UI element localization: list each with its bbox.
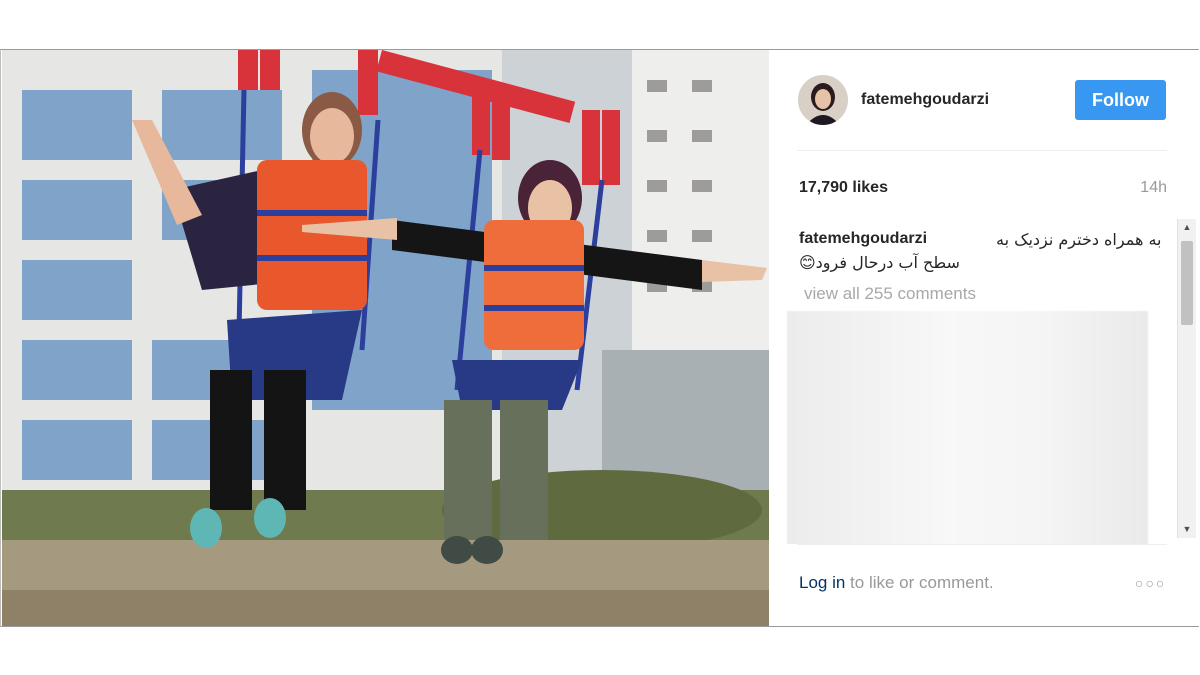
footer-login-prompt: Log in to like or comment. (799, 573, 994, 593)
photo-illustration (2, 50, 769, 626)
view-all-comments-link[interactable]: view all 255 comments (804, 284, 976, 304)
scroll-thumb[interactable] (1181, 241, 1193, 325)
divider (797, 150, 1167, 151)
divider (797, 544, 1167, 545)
login-link[interactable]: Log in (799, 573, 845, 592)
caption-text-line1: به همراه دخترم نزدیک به (996, 230, 1162, 249)
follow-button[interactable]: Follow (1075, 80, 1166, 120)
chevron-up-icon[interactable]: ▲ (1178, 219, 1196, 236)
instagram-post-embed: fatemehgoudarzi Follow 17,790 likes 14h … (0, 49, 1199, 627)
caption-text-line2: سطح آب درحال فرود😊 (799, 253, 960, 272)
avatar[interactable] (798, 75, 848, 125)
chevron-down-icon[interactable]: ▼ (1178, 521, 1196, 538)
username[interactable]: fatemehgoudarzi (861, 91, 989, 109)
caption-username[interactable]: fatemehgoudarzi (799, 230, 927, 248)
likes-count[interactable]: 17,790 likes (799, 179, 888, 197)
comments-scrollbar[interactable]: ▲ ▼ (1177, 219, 1196, 538)
footer-text: to like or comment. (845, 573, 994, 592)
post-time[interactable]: 14h (1140, 179, 1167, 197)
more-options-icon[interactable]: ○○○ (1135, 575, 1166, 591)
post-sidebar: fatemehgoudarzi Follow 17,790 likes 14h … (769, 50, 1199, 626)
profile-avatar-icon (798, 75, 848, 125)
comments-section: fatemehgoudarzi به همراه دخترم نزدیک به … (769, 216, 1199, 544)
post-header: fatemehgoudarzi Follow (769, 50, 1199, 150)
blurred-comments-area (787, 311, 1148, 544)
post-photo[interactable] (2, 50, 769, 626)
